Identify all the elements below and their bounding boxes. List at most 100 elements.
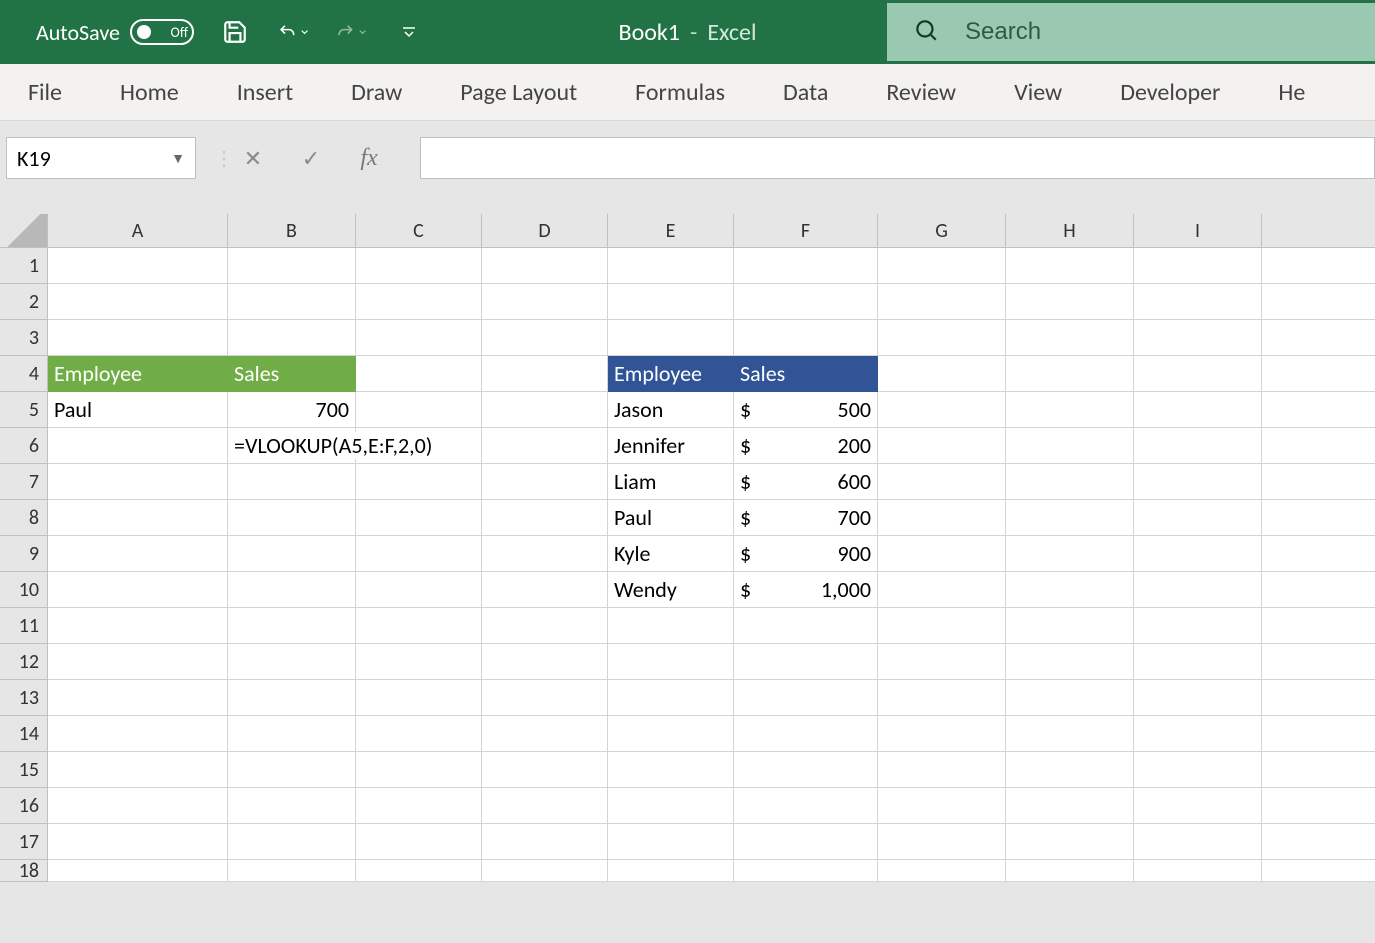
cell[interactable] [356,608,482,644]
row-header[interactable]: 4 [0,356,48,392]
cell[interactable] [1134,572,1262,608]
tab-review[interactable]: Review [886,78,956,107]
tab-view[interactable]: View [1014,78,1062,107]
cell[interactable] [228,788,356,824]
cell[interactable] [356,752,482,788]
cell[interactable] [1006,464,1134,500]
cell[interactable] [48,500,228,536]
cell[interactable] [228,284,356,320]
cell[interactable] [356,356,482,392]
undo-icon[interactable] [278,17,308,47]
cell[interactable] [228,644,356,680]
cell[interactable] [482,356,608,392]
row-header[interactable]: 18 [0,860,48,882]
cell-f7[interactable]: $600 [734,464,878,500]
col-header-d[interactable]: D [482,214,608,248]
cell-f8[interactable]: $700 [734,500,878,536]
cell[interactable] [48,608,228,644]
cell-e8[interactable]: Paul [608,500,734,536]
cell[interactable] [608,788,734,824]
cell[interactable] [878,464,1006,500]
cell[interactable] [608,680,734,716]
cell[interactable] [734,752,878,788]
cell-e5[interactable]: Jason [608,392,734,428]
cell[interactable] [356,284,482,320]
cell-e10[interactable]: Wendy [608,572,734,608]
cell[interactable] [228,320,356,356]
cell[interactable] [482,428,608,464]
cell[interactable] [1262,680,1375,716]
row-header[interactable]: 12 [0,644,48,680]
col-header-a[interactable]: A [48,214,228,248]
cell[interactable] [1006,824,1134,860]
cell[interactable] [608,860,734,882]
cell[interactable] [482,392,608,428]
cell[interactable] [1134,248,1262,284]
formula-input[interactable] [420,137,1375,179]
cell[interactable] [1134,428,1262,464]
cell[interactable] [1262,860,1375,882]
cell-f5[interactable]: $500 [734,392,878,428]
row-header[interactable]: 3 [0,320,48,356]
cell-f9[interactable]: $900 [734,536,878,572]
row-header[interactable]: 5 [0,392,48,428]
tab-page-layout[interactable]: Page Layout [460,78,577,107]
row-header[interactable]: 7 [0,464,48,500]
cell[interactable] [228,680,356,716]
col-header-e[interactable]: E [608,214,734,248]
row-header[interactable]: 9 [0,536,48,572]
cell[interactable] [1134,284,1262,320]
cell[interactable] [1006,644,1134,680]
cell-e9[interactable]: Kyle [608,536,734,572]
cell[interactable] [878,356,1006,392]
cell-b5[interactable]: 700 [228,392,356,428]
cell[interactable] [1134,536,1262,572]
cell[interactable] [1262,752,1375,788]
row-header[interactable]: 13 [0,680,48,716]
cell[interactable] [878,788,1006,824]
cell[interactable] [228,248,356,284]
row-header[interactable]: 2 [0,284,48,320]
cell[interactable] [228,572,356,608]
cell[interactable] [734,284,878,320]
cell[interactable] [878,248,1006,284]
cell[interactable] [1134,680,1262,716]
cell[interactable] [608,608,734,644]
cell[interactable] [734,788,878,824]
cell[interactable] [1006,680,1134,716]
tab-developer[interactable]: Developer [1120,78,1220,107]
select-all-corner[interactable] [0,214,48,248]
cell[interactable] [228,536,356,572]
cell[interactable] [356,716,482,752]
col-header-c[interactable]: C [356,214,482,248]
cell[interactable] [356,392,482,428]
cell[interactable] [878,860,1006,882]
row-header[interactable]: 16 [0,788,48,824]
cell[interactable] [1262,392,1375,428]
cell[interactable] [1134,500,1262,536]
cell[interactable] [356,860,482,882]
cell-f6[interactable]: $200 [734,428,878,464]
cancel-icon[interactable]: ✕ [224,137,282,179]
cell[interactable] [1134,860,1262,882]
name-box[interactable]: K19 ▼ [6,137,196,179]
row-header[interactable]: 6 [0,428,48,464]
cell[interactable] [734,860,878,882]
cell[interactable] [228,824,356,860]
cell[interactable] [1006,392,1134,428]
cell[interactable] [482,680,608,716]
cell[interactable] [48,860,228,882]
cell[interactable] [1006,428,1134,464]
cell[interactable] [1262,356,1375,392]
cell-e4[interactable]: Employee [608,356,734,392]
cell[interactable] [878,644,1006,680]
cell[interactable] [356,680,482,716]
cell-a4[interactable]: Employee [48,356,228,392]
cell-f4[interactable]: Sales [734,356,878,392]
cell[interactable] [48,248,228,284]
tab-formulas[interactable]: Formulas [635,78,725,107]
tab-file[interactable]: File [28,78,62,107]
cell-a5[interactable]: Paul [48,392,228,428]
cell[interactable] [48,752,228,788]
cell[interactable] [228,500,356,536]
